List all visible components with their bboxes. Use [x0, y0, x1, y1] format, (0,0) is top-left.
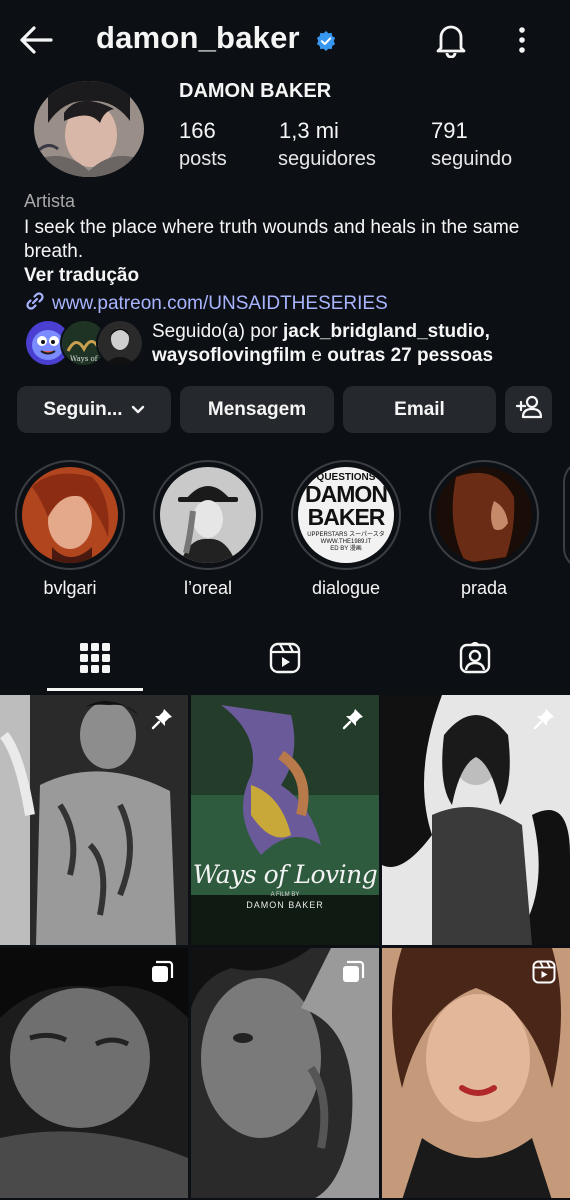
highlight-label: l’oreal: [183, 578, 233, 598]
verified-badge-icon: [315, 30, 337, 52]
profile-full-name: DAMON BAKER: [179, 80, 332, 102]
highlight-bvlgari[interactable]: bvlgari: [15, 460, 125, 599]
profile-avatar[interactable]: [34, 81, 144, 177]
post-tile-3[interactable]: [382, 695, 570, 945]
back-arrow-icon[interactable]: [14, 18, 58, 62]
highlight-cover: [160, 467, 256, 563]
more-vertical-icon[interactable]: [505, 18, 539, 62]
bell-icon[interactable]: [430, 18, 472, 62]
highlight-ring: QUESTIONS DAMON BAKER UPPERSTARS スーパースタ …: [291, 460, 401, 570]
reel-icon: [532, 960, 556, 984]
tagged-user-icon: [459, 640, 491, 679]
poster-director: DAMON BAKER: [246, 900, 324, 910]
followers-count[interactable]: 1,3 mi: [279, 118, 339, 144]
followed-by-account-2[interactable]: waysoflovingfilm: [152, 345, 306, 366]
highlight-cover: [436, 467, 532, 563]
post-tile-5[interactable]: [191, 948, 379, 1198]
add-user-icon: [515, 395, 542, 425]
grid-icon: [80, 642, 110, 678]
pin-icon: [150, 707, 174, 731]
highlight-label: bvlgari: [43, 578, 97, 598]
poster-byline: A FILM BY: [270, 892, 300, 898]
link-icon: [24, 290, 46, 317]
see-translation-link[interactable]: Ver tradução: [24, 265, 139, 287]
posts-label[interactable]: posts: [179, 148, 227, 171]
pin-icon: [532, 707, 556, 731]
following-label[interactable]: seguindo: [431, 148, 512, 171]
followed-by-text[interactable]: Seguido(a) por jack_bridgland_studio, wa…: [152, 320, 562, 368]
tab-tagged[interactable]: [427, 630, 523, 690]
post-tile-6[interactable]: [382, 948, 570, 1198]
add-user-button[interactable]: [505, 386, 552, 433]
post-tile-1[interactable]: [0, 695, 188, 945]
pin-icon: [341, 707, 365, 731]
following-button[interactable]: Seguin...: [17, 386, 171, 433]
followed-by-account-1[interactable]: jack_bridgland_studio,: [283, 321, 490, 342]
highlight-dialogue[interactable]: QUESTIONS DAMON BAKER UPPERSTARS スーパースタ …: [291, 460, 401, 599]
highlight-ring: [153, 460, 263, 570]
highlight-ring: [429, 460, 539, 570]
posts-count[interactable]: 166: [179, 118, 216, 144]
profile-link-text[interactable]: www.patreon.com/UNSAIDTHESERIES: [52, 293, 388, 315]
follower-avatar: [96, 319, 144, 367]
highlight-partial[interactable]: [563, 460, 570, 570]
profile-username: damon_baker: [96, 20, 300, 55]
profile-category: Artista: [24, 191, 76, 211]
followed-by-others[interactable]: outras 27 pessoas: [327, 345, 493, 366]
highlight-label: dialogue: [311, 578, 381, 598]
followed-by-middle: e: [306, 345, 328, 366]
followers-label[interactable]: seguidores: [278, 148, 376, 171]
highlight-prada[interactable]: prada: [429, 460, 539, 599]
following-count[interactable]: 791: [431, 118, 468, 144]
message-button[interactable]: Mensagem: [180, 386, 334, 433]
post-tile-2[interactable]: Ways of Loving A FILM BY DAMON BAKER: [191, 695, 379, 945]
email-button[interactable]: Email: [343, 386, 496, 433]
carousel-icon: [341, 960, 365, 984]
tab-reels[interactable]: [237, 630, 333, 690]
highlight-label: prada: [460, 578, 508, 598]
reels-icon: [269, 642, 301, 679]
highlight-ring: [15, 460, 125, 570]
carousel-icon: [150, 960, 174, 984]
followed-by-avatars[interactable]: Ways of Loving: [24, 318, 144, 368]
profile-link[interactable]: www.patreon.com/UNSAIDTHESERIES: [24, 290, 388, 317]
poster-title: Ways of Loving: [192, 860, 378, 889]
post-tile-4[interactable]: [0, 948, 188, 1198]
highlight-loreal[interactable]: l’oreal: [153, 460, 263, 599]
profile-bio: I seek the place where truth wounds and …: [24, 217, 520, 262]
following-button-label: Seguin...: [43, 398, 123, 420]
followed-by-prefix: Seguido(a) por: [152, 321, 283, 342]
highlight-cover-text: QUESTIONS DAMON BAKER UPPERSTARS スーパースタ …: [305, 472, 388, 553]
highlight-cover: QUESTIONS DAMON BAKER UPPERSTARS スーパースタ …: [298, 467, 394, 563]
active-tab-indicator: [47, 688, 143, 691]
tab-posts-grid[interactable]: [47, 630, 143, 690]
chevron-down-icon: [131, 399, 145, 421]
highlight-cover: [22, 467, 118, 563]
